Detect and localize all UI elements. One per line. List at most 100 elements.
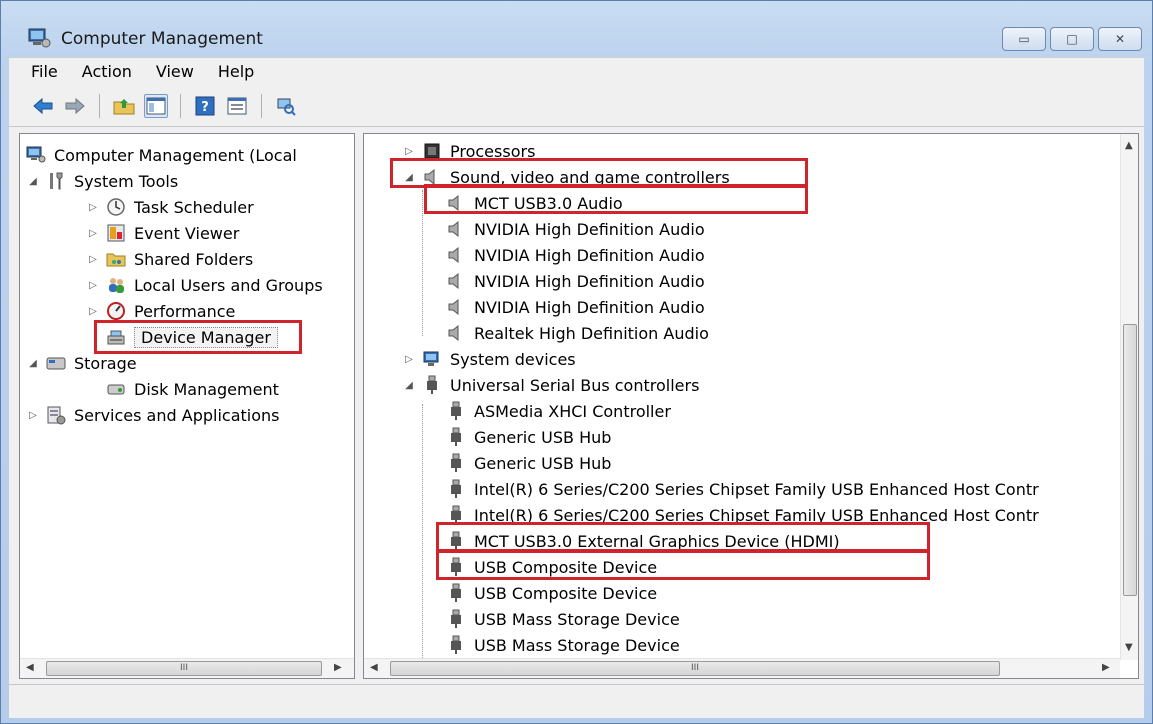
collapse-icon[interactable]: ◢ <box>26 358 40 369</box>
device-item[interactable]: Realtek High Definition Audio <box>446 320 709 346</box>
tree-label-services: Services and Applications <box>74 405 280 425</box>
device-item[interactable]: NVIDIA High Definition Audio <box>446 294 705 320</box>
tree-item-task-scheduler[interactable]: ▷ Task Scheduler <box>86 194 254 220</box>
tree-item-system-tools[interactable]: ◢ System Tools <box>26 168 178 194</box>
computer-management-icon <box>28 28 51 48</box>
device-category-sound[interactable]: ◢ Sound, video and game controllers <box>402 164 730 190</box>
device-category-label: Universal Serial Bus controllers <box>450 375 700 395</box>
tree-label-shared-folders: Shared Folders <box>134 249 254 269</box>
device-item[interactable]: NVIDIA High Definition Audio <box>446 268 705 294</box>
toolbar-separator <box>180 93 181 118</box>
tools-icon <box>50 172 63 190</box>
device-list[interactable]: ▷ Processors ◢ Sound, video and game con… <box>363 133 1139 679</box>
show-hide-tree-icon[interactable] <box>144 93 168 118</box>
device-item[interactable]: NVIDIA High Definition Audio <box>446 242 705 268</box>
usb-plug-icon <box>451 531 461 550</box>
tree-item-shared-folders[interactable]: ▷ Shared Folders <box>86 246 253 272</box>
device-category-processors[interactable]: ▷ Processors <box>402 138 535 164</box>
menu-view[interactable]: View <box>156 62 194 81</box>
menu-help[interactable]: Help <box>218 62 254 81</box>
speaker-icon <box>448 324 459 342</box>
device-item[interactable]: Generic USB Hub <box>446 424 611 450</box>
device-horizontal-scrollbar[interactable]: ◀ III ▶ <box>364 658 1120 678</box>
usb-plug-icon <box>451 401 461 420</box>
tree-label-task-scheduler: Task Scheduler <box>134 197 254 217</box>
status-bar <box>9 684 1144 718</box>
collapse-icon[interactable]: ◢ <box>402 380 416 391</box>
scroll-left-icon[interactable]: ◀ <box>26 662 34 673</box>
speaker-icon <box>424 168 435 186</box>
scroll-left-icon[interactable]: ◀ <box>370 662 378 673</box>
menu-file[interactable]: File <box>31 62 58 81</box>
menu-bar: File Action View Help <box>9 57 1144 85</box>
tree-item-local-users[interactable]: ▷ Local Users and Groups <box>86 272 323 298</box>
tree-horizontal-scrollbar[interactable]: ◀ III ▶ <box>20 658 354 678</box>
expand-icon[interactable]: ▷ <box>86 228 100 239</box>
shared-folder-icon <box>106 253 126 267</box>
device-item[interactable]: USB Mass Storage Device <box>446 632 680 658</box>
tree-item-storage[interactable]: ◢ Storage <box>26 350 136 376</box>
close-button[interactable]: ✕ <box>1098 27 1142 51</box>
device-category-usb[interactable]: ◢ Universal Serial Bus controllers <box>402 372 699 398</box>
tree-item-device-manager[interactable]: Device Manager <box>106 324 278 350</box>
device-label: NVIDIA High Definition Audio <box>474 271 705 291</box>
device-item[interactable]: MCT USB3.0 External Graphics Device (HDM… <box>446 528 840 554</box>
expand-icon[interactable]: ▷ <box>86 306 100 317</box>
help-icon[interactable]: ? <box>193 94 217 118</box>
device-category-system[interactable]: ▷ System devices <box>402 346 576 372</box>
expand-icon[interactable]: ▷ <box>86 254 100 265</box>
speaker-icon <box>448 194 459 212</box>
scroll-thumb[interactable]: III <box>390 661 1000 676</box>
forward-icon[interactable] <box>63 94 87 118</box>
expand-icon[interactable]: ▷ <box>402 146 416 157</box>
up-folder-icon[interactable] <box>112 94 136 118</box>
device-vertical-scrollbar[interactable]: ▲ ▼ <box>1120 134 1138 660</box>
device-item[interactable]: MCT USB3.0 Audio <box>446 190 623 216</box>
device-item[interactable]: Intel(R) 6 Series/C200 Series Chipset Fa… <box>446 476 1039 502</box>
tree-item-disk-management[interactable]: Disk Management <box>106 376 279 402</box>
tree-item-root[interactable]: Computer Management (Local <box>26 142 297 168</box>
expand-icon[interactable]: ▷ <box>26 410 40 421</box>
scroll-right-icon[interactable]: ▶ <box>1102 662 1110 673</box>
scroll-thumb[interactable]: III <box>46 661 322 676</box>
device-label: Realtek High Definition Audio <box>474 323 709 343</box>
device-item[interactable]: USB Composite Device <box>446 580 657 606</box>
maximize-button[interactable]: □ <box>1050 27 1094 51</box>
usb-plug-icon <box>451 609 461 628</box>
speaker-icon <box>448 298 459 316</box>
tree-item-performance[interactable]: ▷ Performance <box>86 298 235 324</box>
scan-hardware-icon[interactable] <box>274 94 298 118</box>
device-label: Generic USB Hub <box>474 427 612 447</box>
scroll-up-icon[interactable]: ▲ <box>1125 140 1133 151</box>
device-item[interactable]: USB Composite Device <box>446 554 657 580</box>
minimize-button[interactable]: ▭ <box>1002 27 1046 51</box>
collapse-icon[interactable]: ◢ <box>402 172 416 183</box>
title-bar[interactable]: Computer Management ▭ □ ✕ <box>1 1 1152 57</box>
back-icon[interactable] <box>31 94 55 118</box>
tree-line <box>422 404 423 664</box>
device-item[interactable]: NVIDIA High Definition Audio <box>446 216 705 242</box>
device-item[interactable]: ASMedia XHCI Controller <box>446 398 671 424</box>
toolbar: ? <box>9 85 1144 127</box>
device-item[interactable]: Generic USB Hub <box>446 450 611 476</box>
tree-item-event-viewer[interactable]: ▷ Event Viewer <box>86 220 239 246</box>
event-viewer-icon <box>107 224 125 242</box>
expand-icon[interactable]: ▷ <box>86 202 100 213</box>
expand-icon[interactable]: ▷ <box>86 280 100 291</box>
console-tree[interactable]: Computer Management (Local ◢ System Tool… <box>19 133 355 679</box>
scroll-down-icon[interactable]: ▼ <box>1125 642 1133 653</box>
device-item[interactable]: Intel(R) 6 Series/C200 Series Chipset Fa… <box>446 502 1039 528</box>
device-label: USB Mass Storage Device <box>474 609 680 629</box>
device-label: USB Mass Storage Device <box>474 635 680 655</box>
tree-item-services[interactable]: ▷ Services and Applications <box>26 402 279 428</box>
properties-icon[interactable] <box>225 94 249 118</box>
device-label: MCT USB3.0 Audio <box>474 193 623 213</box>
collapse-icon[interactable]: ◢ <box>26 176 40 187</box>
device-item[interactable]: USB Mass Storage Device <box>446 606 680 632</box>
scroll-right-icon[interactable]: ▶ <box>334 662 342 673</box>
scroll-thumb[interactable] <box>1123 324 1137 596</box>
menu-action[interactable]: Action <box>82 62 132 81</box>
tree-label-event-viewer: Event Viewer <box>134 223 240 243</box>
tree-label-local-users: Local Users and Groups <box>134 275 323 295</box>
expand-icon[interactable]: ▷ <box>402 354 416 365</box>
